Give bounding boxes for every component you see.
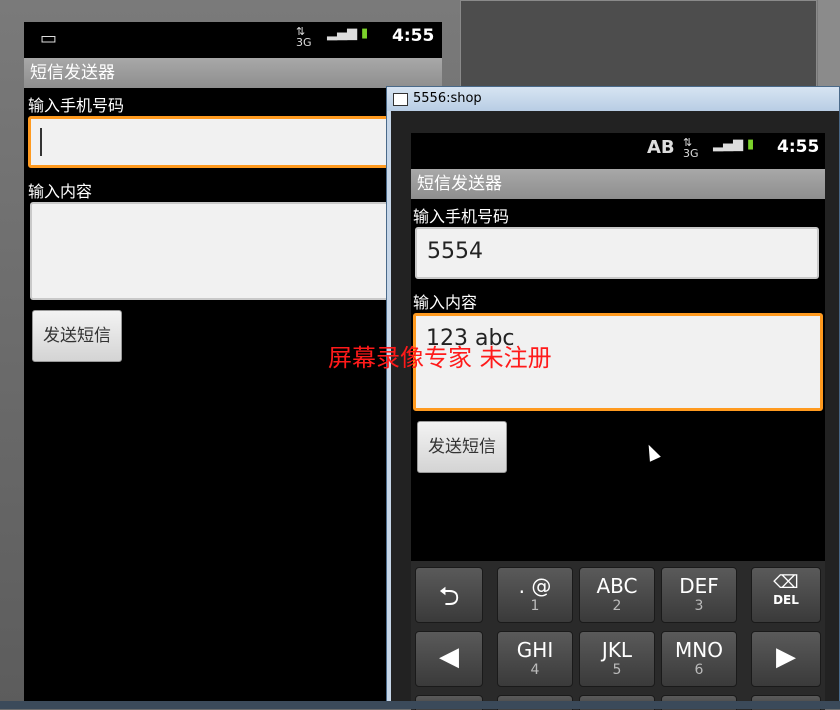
- phone-number-input[interactable]: 5554: [415, 227, 819, 279]
- send-sms-button[interactable]: 发送短信: [32, 310, 122, 362]
- phone-number-label: 输入手机号码: [413, 207, 510, 226]
- key-5[interactable]: JKL 5: [579, 631, 655, 687]
- key-1[interactable]: . @ 1: [497, 567, 573, 623]
- key-4[interactable]: GHI 4: [497, 631, 573, 687]
- network-3g-icon: ⇅ 3G: [683, 136, 699, 160]
- background-window: [460, 0, 817, 92]
- battery-icon: ▮: [361, 26, 369, 41]
- content-label: 输入内容: [413, 293, 478, 312]
- battery-icon: ▮: [747, 137, 755, 152]
- right-arrow-key[interactable]: ▶: [751, 631, 821, 687]
- signal-icon: ▂▄▆: [713, 137, 743, 152]
- watermark-text: 屏幕录像专家 未注册: [328, 344, 552, 372]
- network-3g-icon: ⇅ 3G: [296, 25, 312, 49]
- key-2[interactable]: ABC 2: [579, 567, 655, 623]
- signal-icon: ▂▄▆: [327, 26, 357, 41]
- return-icon: ⮌: [438, 582, 460, 612]
- status-bar: AB ⇅ 3G ▂▄▆ ▮ 4:55: [411, 133, 825, 161]
- window-icon: [393, 93, 408, 106]
- ime-indicator: AB: [647, 137, 675, 158]
- window-title-bar[interactable]: 5556:shop: [387, 87, 839, 111]
- app-title-bar: 短信发送器: [411, 169, 825, 199]
- content-label: 输入内容: [28, 182, 93, 201]
- right-arrow-icon: ▶: [776, 642, 796, 672]
- phone-number-input[interactable]: [28, 116, 428, 168]
- phone-number-label: 输入手机号码: [28, 96, 125, 115]
- emulator-window: 5556:shop AB ⇅ 3G ▂▄▆ ▮ 4:55 短信发送器 输入手机号码…: [386, 86, 840, 710]
- right-emulator-screen: AB ⇅ 3G ▂▄▆ ▮ 4:55 短信发送器 输入手机号码 5554 输入内容…: [411, 133, 825, 710]
- message-notification-icon: ▭: [40, 28, 58, 49]
- backspace-icon: ⌫: [773, 572, 799, 593]
- soft-keyboard: ⮌ . @ 1 ABC 2 DEF 3 ⌫ DEL ◀ GHI 4 JKL 5 …: [411, 561, 825, 710]
- text-cursor: [40, 128, 42, 156]
- status-time: 4:55: [392, 26, 435, 46]
- content-input[interactable]: [30, 202, 430, 300]
- status-time: 4:55: [777, 137, 820, 157]
- send-sms-button[interactable]: 发送短信: [417, 421, 507, 473]
- left-arrow-key[interactable]: ◀: [415, 631, 483, 687]
- key-6[interactable]: MNO 6: [661, 631, 737, 687]
- left-arrow-icon: ◀: [439, 642, 459, 672]
- emulator-frame: AB ⇅ 3G ▂▄▆ ▮ 4:55 短信发送器 输入手机号码 5554 输入内容…: [391, 111, 839, 710]
- taskbar: [0, 701, 840, 709]
- key-3[interactable]: DEF 3: [661, 567, 737, 623]
- status-bar: ▭ ⇅ 3G ▂▄▆ ▮ 4:55: [24, 22, 442, 50]
- app-title-bar: 短信发送器: [24, 58, 442, 88]
- return-key[interactable]: ⮌: [415, 567, 483, 623]
- window-title: 5556:shop: [413, 91, 482, 106]
- delete-key[interactable]: ⌫ DEL: [751, 567, 821, 623]
